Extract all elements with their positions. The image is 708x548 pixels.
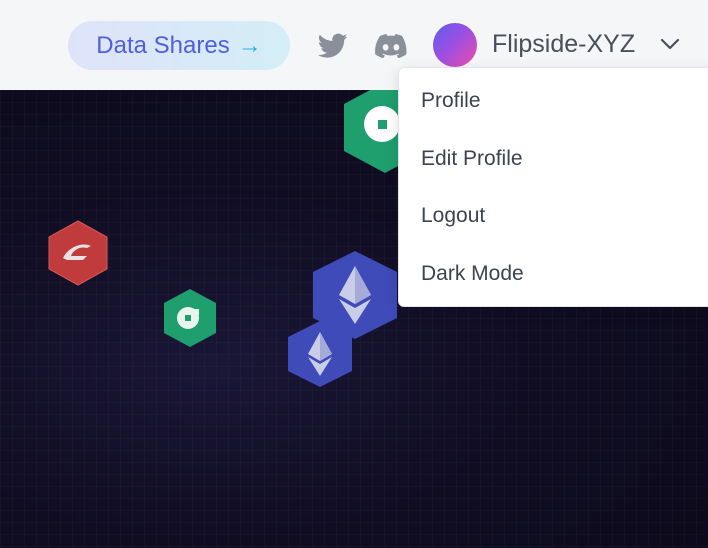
menu-item-dark-mode[interactable]: Dark Mode [421,262,524,286]
discord-icon[interactable] [375,34,407,58]
twitter-icon[interactable] [318,33,348,59]
menu-item-logout[interactable]: Logout [421,204,485,228]
red-token [48,220,108,286]
username[interactable]: Flipside-XYZ [492,30,635,59]
flow-token-small [164,289,216,347]
menu-item-edit-profile[interactable]: Edit Profile [421,147,523,171]
menu-item-profile[interactable]: Profile [421,89,481,113]
data-shares-label: Data Shares [96,31,230,59]
arrow-right-icon: → [237,31,262,59]
data-shares-button[interactable]: Data Shares → [68,21,290,70]
avatar[interactable] [433,23,477,67]
ethereum-token-small [288,321,352,387]
chevron-down-icon[interactable] [659,36,681,52]
user-dropdown-menu: Profile Edit Profile Logout Dark Mode [398,67,708,307]
